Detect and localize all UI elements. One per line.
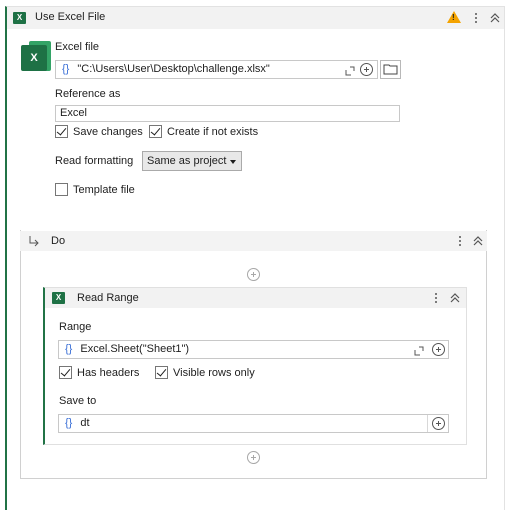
range-input[interactable]: {} Excel.Sheet("Sheet1") <box>58 340 449 359</box>
expression-icon: {} <box>65 343 73 355</box>
excel-file-icon: X <box>21 41 51 71</box>
read-range-title: Read Range <box>77 292 139 304</box>
more-options-icon[interactable] <box>434 291 438 305</box>
more-options-icon[interactable] <box>474 11 478 25</box>
read-range-header[interactable]: X Read Range <box>45 288 466 308</box>
create-if-not-exists-label: Create if not exists <box>167 126 259 138</box>
excel-icon: X <box>13 12 29 24</box>
read-formatting-label: Read formatting <box>55 155 134 167</box>
warning-icon[interactable]: ! <box>447 11 461 23</box>
collapse-icon[interactable] <box>473 235 483 247</box>
expand-editor-icon[interactable] <box>345 65 355 76</box>
excel-file-value: "C:\Users\User\Desktop\challenge.xlsx" <box>77 63 270 75</box>
expand-editor-icon[interactable] <box>414 345 424 356</box>
expression-icon: {} <box>65 417 73 429</box>
more-options-icon[interactable] <box>458 234 462 248</box>
do-header[interactable]: Do <box>20 231 487 251</box>
range-label: Range <box>59 321 92 333</box>
expression-icon: {} <box>62 63 70 75</box>
collapse-icon[interactable] <box>490 12 500 24</box>
template-file-label: Template file <box>73 184 135 196</box>
divider <box>427 415 428 432</box>
add-icon[interactable] <box>360 63 373 76</box>
range-value: Excel.Sheet("Sheet1") <box>80 343 190 355</box>
use-excel-file-header[interactable]: X Use Excel File ! <box>7 7 504 29</box>
browse-folder-button[interactable] <box>380 60 401 79</box>
collapse-icon[interactable] <box>450 292 460 304</box>
reference-as-input[interactable]: Excel <box>55 105 400 122</box>
save-to-label: Save to <box>59 395 97 407</box>
has-headers-checkbox[interactable] <box>59 366 72 379</box>
visible-rows-only-label: Visible rows only <box>173 367 255 379</box>
create-if-not-exists-checkbox[interactable] <box>149 125 162 138</box>
excel-icon: X <box>52 292 68 304</box>
reference-as-label: Reference as <box>55 88 121 100</box>
save-to-value: dt <box>80 417 90 429</box>
excel-file-label: Excel file <box>55 41 100 53</box>
add-icon[interactable] <box>432 417 445 430</box>
add-icon[interactable] <box>432 343 445 356</box>
read-formatting-value: Same as project <box>147 155 227 167</box>
excel-file-input[interactable]: {} "C:\Users\User\Desktop\challenge.xlsx" <box>55 60 378 79</box>
warning-mark: ! <box>452 13 455 22</box>
chevron-down-icon <box>230 160 236 164</box>
activity-title: Use Excel File <box>35 11 106 23</box>
do-title: Do <box>51 235 66 247</box>
folder-icon <box>383 64 398 75</box>
save-changes-label: Save changes <box>73 126 143 138</box>
has-headers-label: Has headers <box>77 367 140 379</box>
save-to-input[interactable]: {} dt <box>58 414 449 433</box>
read-formatting-dropdown[interactable]: Same as project <box>142 151 242 171</box>
branch-arrow-icon <box>29 236 39 247</box>
template-file-checkbox[interactable] <box>55 183 68 196</box>
add-activity-icon[interactable] <box>247 268 260 281</box>
save-changes-checkbox[interactable] <box>55 125 68 138</box>
visible-rows-only-checkbox[interactable] <box>155 366 168 379</box>
add-activity-icon[interactable] <box>247 451 260 464</box>
